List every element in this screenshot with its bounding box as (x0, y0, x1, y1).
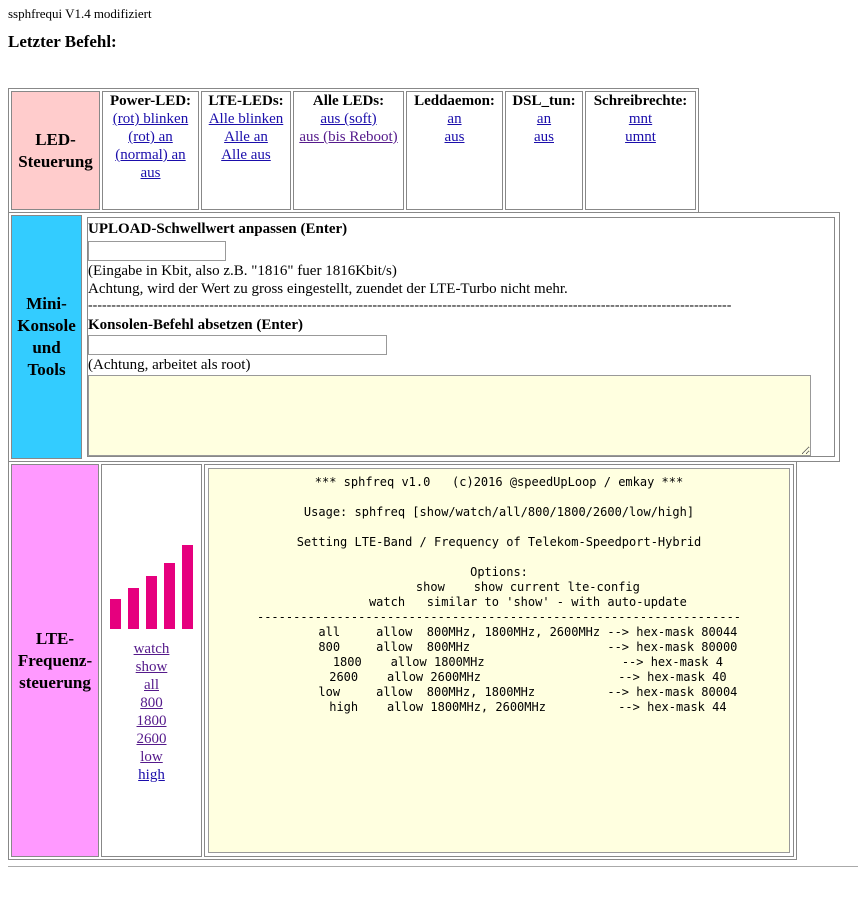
console-output-textarea[interactable] (88, 375, 811, 456)
console-command-input[interactable] (88, 335, 387, 355)
upload-threshold-warning: Achtung, wird der Wert zu gross eingeste… (88, 281, 568, 297)
lte-band-controls: watch show all 800 1800 2600 low high (101, 464, 202, 857)
mini-section-text: Mini- Konsole und Tools (17, 294, 76, 379)
power-led-on-normal-link[interactable]: (normal) an (115, 147, 185, 163)
separator-line: ----------------------------------------… (88, 298, 732, 313)
lte-section-label: LTE- Frequenz- steuerung (11, 464, 99, 857)
lte-leds-on-link[interactable]: Alle an (224, 129, 268, 145)
lte-watch-link[interactable]: watch (134, 641, 170, 657)
leddaemon-on-link[interactable]: an (447, 111, 461, 127)
lte-frequency-table: LTE- Frequenz- steuerung watch show all … (8, 461, 797, 860)
lte-all-link[interactable]: all (144, 677, 159, 693)
led-section-text: LED- Steuerung (18, 129, 93, 171)
signal-strength-icon (110, 545, 193, 629)
lte-leds-off-link[interactable]: Alle aus (221, 147, 271, 163)
modified-status: modifiziert (93, 6, 152, 21)
power-led-on-red-link[interactable]: (rot) an (128, 129, 173, 145)
console-command-hint: (Achtung, arbeitet als root) (88, 357, 251, 373)
mini-console-content: UPLOAD-Schwellwert anpassen (Enter) (Ein… (87, 217, 835, 457)
power-led-off-link[interactable]: aus (141, 165, 161, 181)
lte-show-link[interactable]: show (136, 659, 168, 675)
dsl-tun-title: DSL_tun: (512, 93, 576, 109)
lte-2600-link[interactable]: 2600 (137, 731, 167, 747)
power-led-group: Power-LED: (rot) blinken (rot) an (norma… (102, 91, 199, 210)
all-leds-title: Alle LEDs: (312, 93, 385, 109)
lte-leds-blink-link[interactable]: Alle blinken (209, 111, 284, 127)
all-leds-off-reboot-link[interactable]: aus (bis Reboot) (299, 129, 397, 145)
lte-high-link[interactable]: high (138, 767, 165, 783)
last-command-label: Letzter Befehl: (8, 32, 117, 51)
leddaemon-title: Leddaemon: (414, 93, 495, 109)
mini-console-table: Mini- Konsole und Tools UPLOAD-Schwellwe… (8, 212, 840, 462)
power-led-title: Power-LED: (109, 93, 192, 109)
mini-section-label: Mini- Konsole und Tools (11, 215, 82, 459)
all-leds-off-soft-link[interactable]: aus (soft) (320, 111, 376, 127)
dsl-tun-group: DSL_tun: an aus (505, 91, 583, 210)
leddaemon-group: Leddaemon: an aus (406, 91, 503, 210)
lte-leds-group: LTE-LEDs: Alle blinken Alle an Alle aus (201, 91, 291, 210)
lte-output-cell: *** sphfreq v1.0 (c)2016 @speedUpLoop / … (204, 464, 794, 857)
upload-threshold-input[interactable] (88, 241, 226, 261)
lte-section-text: LTE- Frequenz- steuerung (17, 628, 93, 692)
leddaemon-off-link[interactable]: aus (445, 129, 465, 145)
all-leds-group: Alle LEDs: aus (soft) aus (bis Reboot) (293, 91, 404, 210)
console-command-label: Konsolen-Befehl absetzen (Enter) (88, 317, 303, 333)
app-name: ssphfrequi (8, 6, 63, 21)
lte-leds-title: LTE-LEDs: (208, 93, 284, 109)
led-control-table: LED- Steuerung Power-LED: (rot) blinken … (8, 88, 699, 213)
lte-low-link[interactable]: low (140, 749, 163, 765)
lte-output-textarea[interactable]: *** sphfreq v1.0 (c)2016 @speedUpLoop / … (208, 468, 790, 853)
dsl-tun-on-link[interactable]: an (537, 111, 551, 127)
lte-1800-link[interactable]: 1800 (137, 713, 167, 729)
write-rights-title: Schreibrechte: (593, 93, 688, 109)
upload-threshold-hint: (Eingabe in Kbit, also z.B. "1816" fuer … (88, 263, 397, 279)
led-section-label: LED- Steuerung (11, 91, 100, 210)
bottom-divider (8, 866, 858, 867)
dsl-tun-off-link[interactable]: aus (534, 129, 554, 145)
lte-800-link[interactable]: 800 (140, 695, 163, 711)
app-version: V1.4 (65, 6, 91, 21)
mount-link[interactable]: mnt (629, 111, 652, 127)
app-header: ssphfrequi V1.4 modifiziert (8, 6, 152, 22)
power-led-blink-red-link[interactable]: (rot) blinken (113, 111, 188, 127)
unmount-link[interactable]: umnt (625, 129, 656, 145)
write-rights-group: Schreibrechte: mnt umnt (585, 91, 696, 210)
upload-threshold-label: UPLOAD-Schwellwert anpassen (Enter) (88, 221, 348, 237)
